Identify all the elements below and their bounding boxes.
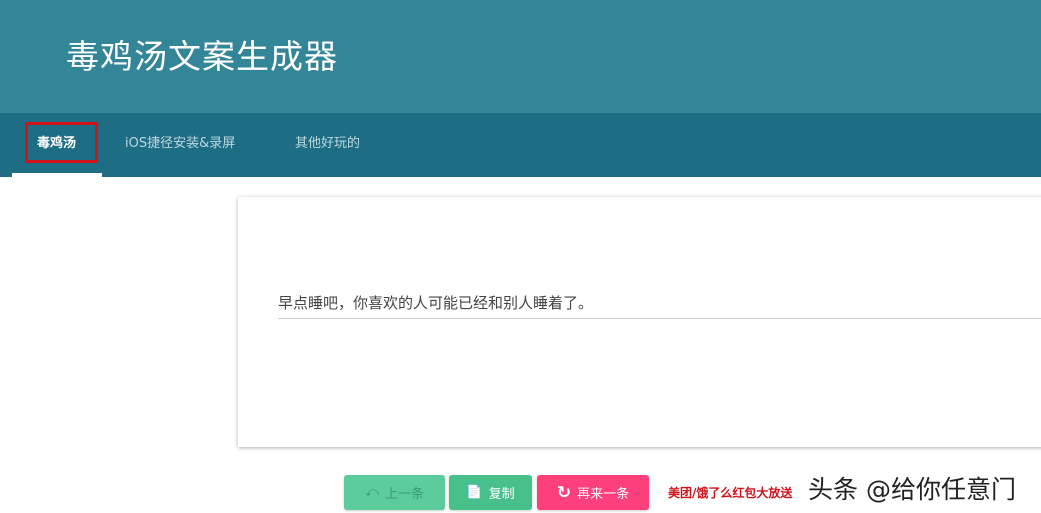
tab-ios-shortcut[interactable]: iOS捷径安装&录屏 — [125, 113, 235, 177]
prev-label: 上一条 — [384, 487, 424, 502]
quote-card: 早点睡吧，你喜欢的人可能已经和别人睡着了。 — [238, 197, 1041, 447]
watermark: 头条 @给你任意门 — [808, 475, 1016, 504]
copy-label: 复制 — [488, 487, 515, 502]
page-title: 毒鸡汤文案生成器 — [66, 37, 338, 76]
header: 毒鸡汤文案生成器 — [0, 0, 1041, 113]
promo-link[interactable]: 美团/饿了么红包大放送 — [668, 484, 792, 501]
tab-poison-soup[interactable]: 毒鸡汤 — [37, 113, 76, 177]
tab-bar: 毒鸡汤 iOS捷径安装&录屏 其他好玩的 — [0, 113, 1041, 177]
prev-button[interactable]: ⤺ 上一条 — [344, 475, 445, 510]
active-tab-indicator — [12, 173, 102, 177]
refresh-icon: ↻ — [556, 482, 572, 503]
reply-arrow-icon: ⤺ — [365, 485, 379, 500]
quote-text: 早点睡吧，你喜欢的人可能已经和别人睡着了。 — [278, 292, 1041, 319]
next-button[interactable]: ↻ 再来一条 — [537, 475, 649, 510]
copy-icon: 📄 — [466, 485, 483, 500]
copy-button[interactable]: 📄 复制 — [449, 475, 532, 510]
next-label: 再来一条 — [577, 487, 630, 502]
tab-others[interactable]: 其他好玩的 — [295, 113, 360, 177]
